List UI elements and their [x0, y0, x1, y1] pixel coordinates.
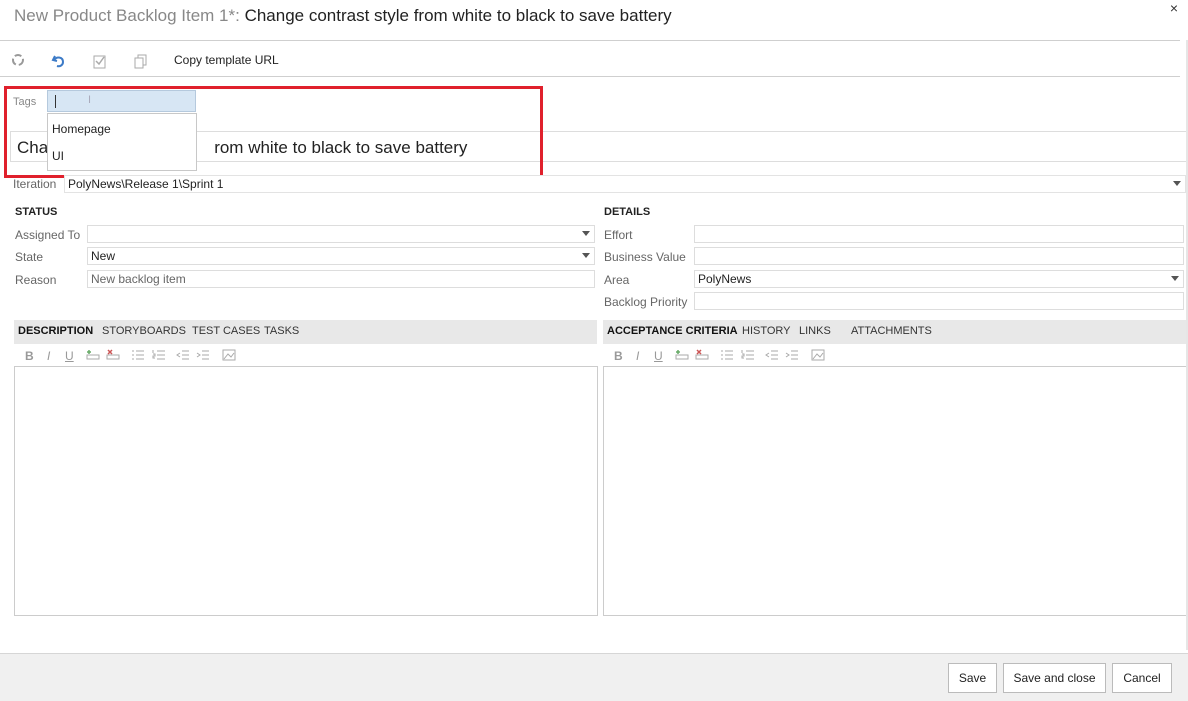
effort-field[interactable] [694, 225, 1184, 243]
reason-label: Reason [15, 273, 57, 287]
area-value: PolyNews [698, 272, 752, 286]
tab-attachments[interactable]: ATTACHMENTS [851, 325, 932, 337]
underline-button[interactable]: U [654, 349, 663, 363]
close-icon[interactable]: × [1170, 0, 1178, 16]
insert-image-icon[interactable] [222, 349, 236, 361]
tab-links[interactable]: LINKS [799, 325, 831, 337]
effort-label: Effort [604, 228, 633, 242]
insert-link-icon[interactable] [86, 349, 100, 361]
insert-link-icon[interactable] [675, 349, 689, 361]
outdent-icon[interactable] [765, 349, 779, 361]
undo-icon[interactable] [51, 53, 67, 69]
cancel-button[interactable]: Cancel [1112, 663, 1172, 693]
header-divider [0, 40, 1180, 41]
work-item-type-prefix: New Product Backlog Item 1*: [14, 6, 240, 25]
reason-value: New backlog item [91, 272, 186, 286]
copy-template-url-button[interactable]: Copy template URL [174, 53, 279, 67]
outdent-icon[interactable] [176, 349, 190, 361]
state-value: New [91, 249, 116, 263]
tab-tasks[interactable]: TASKS [264, 325, 299, 337]
state-label: State [15, 250, 44, 264]
status-heading: STATUS [15, 206, 58, 218]
clipboard-icon[interactable] [92, 53, 108, 69]
backlog-priority-label: Backlog Priority [604, 295, 688, 309]
italic-button[interactable]: I [636, 349, 639, 363]
bold-button[interactable]: B [614, 349, 623, 363]
reason-field[interactable]: New backlog item [87, 270, 595, 288]
iteration-select[interactable]: PolyNews\Release 1\Sprint 1 [64, 175, 1186, 193]
refresh-icon[interactable] [11, 53, 27, 69]
backlog-priority-field[interactable] [694, 292, 1184, 310]
tab-description[interactable]: DESCRIPTION [18, 325, 93, 337]
tab-storyboards[interactable]: STORYBOARDS [102, 325, 186, 337]
work-item-title-text: Change contrast style from white to blac… [244, 6, 672, 25]
toolbar-divider [0, 76, 1180, 77]
left-tab-bar: DESCRIPTION STORYBOARDS TEST CASES TASKS [14, 320, 597, 344]
save-button[interactable]: Save [948, 663, 997, 693]
assigned-to-select[interactable] [87, 225, 595, 243]
state-select[interactable]: New [87, 247, 595, 265]
tab-acceptance-criteria[interactable]: ACCEPTANCE CRITERIA [607, 325, 738, 337]
area-label: Area [604, 273, 630, 287]
tab-history[interactable]: HISTORY [742, 325, 791, 337]
assigned-to-label: Assigned To [15, 228, 81, 242]
numbered-list-icon[interactable] [741, 349, 755, 361]
details-heading: DETAILS [604, 206, 651, 218]
numbered-list-icon[interactable] [152, 349, 166, 361]
annotation-highlight-box [4, 86, 543, 178]
indent-icon[interactable] [785, 349, 799, 361]
acceptance-criteria-editor[interactable] [603, 366, 1187, 616]
area-select[interactable]: PolyNews [694, 270, 1184, 288]
chevron-down-icon [1173, 181, 1181, 186]
bulleted-list-icon[interactable] [131, 349, 145, 361]
chevron-down-icon [582, 253, 590, 258]
underline-button[interactable]: U [65, 349, 74, 363]
bulleted-list-icon[interactable] [720, 349, 734, 361]
business-value-field[interactable] [694, 247, 1184, 265]
save-and-close-button[interactable]: Save and close [1003, 663, 1106, 693]
business-value-label: Business Value [604, 250, 686, 264]
indent-icon[interactable] [196, 349, 210, 361]
remove-link-icon[interactable] [695, 349, 709, 361]
italic-button[interactable]: I [47, 349, 50, 363]
insert-image-icon[interactable] [811, 349, 825, 361]
description-editor[interactable] [14, 366, 598, 616]
iteration-value: PolyNews\Release 1\Sprint 1 [68, 177, 224, 191]
chevron-down-icon [1171, 276, 1179, 281]
iteration-label: Iteration [13, 177, 57, 191]
copy-icon[interactable] [133, 53, 149, 69]
remove-link-icon[interactable] [106, 349, 120, 361]
bold-button[interactable]: B [25, 349, 34, 363]
right-tab-bar: ACCEPTANCE CRITERIA HISTORY LINKS ATTACH… [603, 320, 1186, 344]
chevron-down-icon [582, 231, 590, 236]
work-item-title: New Product Backlog Item 1*: Change cont… [14, 6, 672, 26]
tab-test-cases[interactable]: TEST CASES [192, 325, 260, 337]
